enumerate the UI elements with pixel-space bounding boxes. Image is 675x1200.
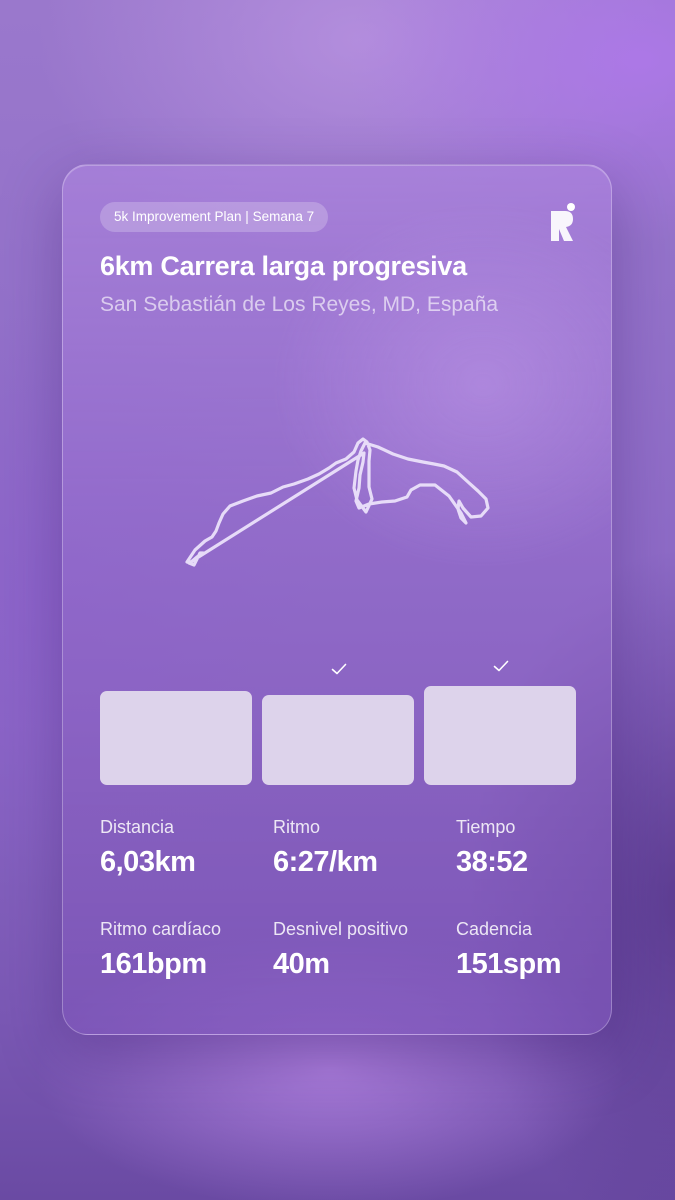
split-bar <box>424 686 576 785</box>
stat-value: 6:27/km <box>273 846 378 878</box>
stat-time: Tiempo 38:52 <box>456 817 528 879</box>
stat-label: Distancia <box>100 817 175 837</box>
activity-title: 6km Carrera larga progresiva <box>100 251 467 281</box>
stat-label: Cadencia <box>456 919 533 939</box>
check-icon <box>493 660 509 672</box>
split-bar <box>100 691 252 785</box>
stat-elevation-gain: Desnivel positivo 40m <box>273 919 408 981</box>
plan-badge: 5k Improvement Plan | Semana 7 <box>100 202 329 232</box>
stat-label: Ritmo <box>273 817 321 837</box>
activity-location: San Sebastián de Los Reyes, MD, España <box>100 293 499 316</box>
route-map <box>185 437 490 567</box>
splits-chart <box>100 655 576 785</box>
stat-value: 40m <box>273 948 330 980</box>
stat-value: 151spm <box>456 948 562 980</box>
stat-pace: Ritmo 6:27/km <box>273 817 378 879</box>
stat-value: 38:52 <box>456 846 528 878</box>
stat-heart-rate: Ritmo cardíaco 161bpm <box>100 919 221 981</box>
stat-label: Desnivel positivo <box>273 919 409 939</box>
stat-label: Tiempo <box>456 817 516 837</box>
route-trace <box>185 437 490 567</box>
stat-distance: Distancia 6,03km <box>100 817 196 879</box>
stat-value: 6,03km <box>100 846 196 878</box>
check-icon <box>331 663 347 675</box>
activity-card: 5k Improvement Plan | Semana 7 6km Carre… <box>62 164 612 1035</box>
stat-label: Ritmo cardíaco <box>100 919 222 939</box>
stat-cadence: Cadencia 151spm <box>456 919 562 981</box>
stat-value: 161bpm <box>100 948 207 980</box>
split-bar <box>262 695 414 785</box>
runna-logo-icon <box>551 203 575 241</box>
